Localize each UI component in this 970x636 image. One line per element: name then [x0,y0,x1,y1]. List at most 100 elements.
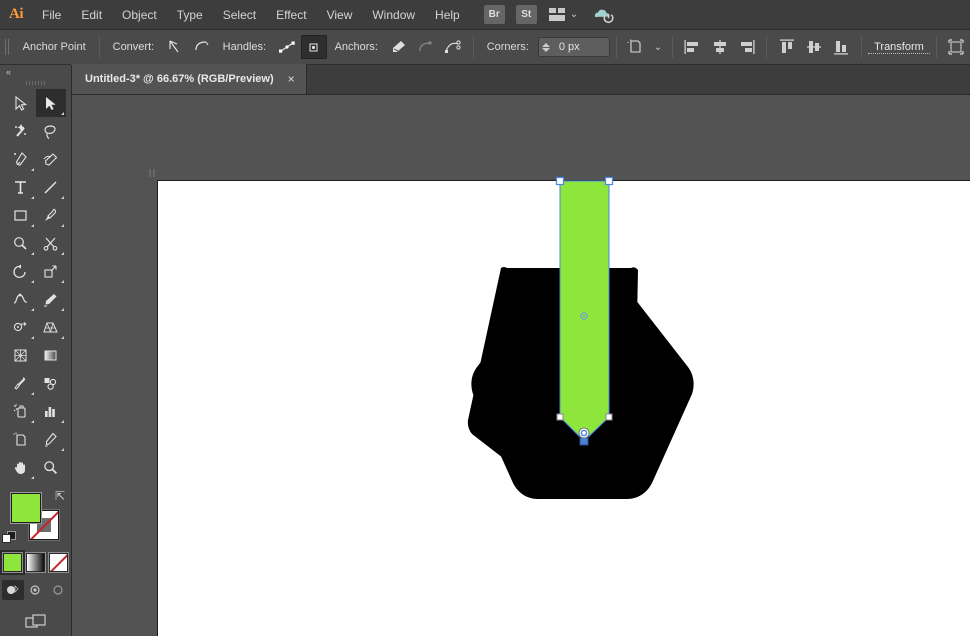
menu-file[interactable]: File [32,0,71,30]
convert-to-smooth-icon[interactable] [189,35,214,59]
default-fill-stroke-icon[interactable] [2,531,17,546]
document-tab[interactable]: Untitled-3* @ 66.67% (RGB/Preview) × [70,64,307,94]
hide-handles-icon[interactable] [301,35,327,59]
app-logo-icon: Ai [9,6,24,22]
document-tab-bar: Untitled-3* @ 66.67% (RGB/Preview) × [0,64,970,95]
divider [766,36,768,58]
line-segment-tool[interactable] [36,173,66,201]
eyedropper-tool[interactable] [6,369,36,397]
show-handles-icon[interactable] [274,35,299,59]
canvas-area[interactable] [72,95,970,636]
draw-normal-button[interactable] [1,580,24,600]
artboard-tool[interactable] [6,425,36,453]
tool-flyout-indicator [60,308,64,311]
menu-effect[interactable]: Effect [266,0,316,30]
width-tool[interactable] [6,285,36,313]
divider [615,36,617,58]
shaper-tool[interactable] [6,229,36,257]
draw-mode-row [0,580,71,600]
fill-type-row [0,553,71,572]
tool-panel-grip[interactable] [23,79,48,87]
color-fill-button[interactable] [3,553,22,572]
divider [861,36,863,58]
control-bar: Anchor Point Convert: Handles: Anchors: … [0,30,970,65]
horizontal-align-left-icon[interactable] [680,35,705,59]
menu-object[interactable]: Object [112,0,167,30]
tool-flyout-indicator [30,308,34,311]
isolate-dropdown-icon[interactable]: ⌄ [651,35,665,59]
draw-inside-button[interactable] [48,580,70,600]
none-fill-button[interactable] [49,553,68,572]
isolate-selected-object-icon[interactable] [624,35,649,59]
change-screen-mode-button[interactable] [23,612,49,632]
curvature-tool[interactable] [36,145,66,173]
transform-bounding-box-icon[interactable] [944,35,969,59]
tool-flyout-indicator [30,392,34,395]
convert-to-corner-icon[interactable] [162,35,187,59]
corners-stepper[interactable] [539,38,553,56]
blend-tool[interactable] [36,369,66,397]
tool-flyout-indicator [30,420,34,423]
menu-help[interactable]: Help [425,0,470,30]
vertical-align-center-icon[interactable] [802,35,827,59]
draw-behind-button[interactable] [25,580,47,600]
pen-tool[interactable] [6,145,36,173]
menu-window[interactable]: Window [362,0,425,30]
connect-selected-endpoints-icon[interactable] [413,35,438,59]
magic-wand-tool[interactable] [6,117,36,145]
bridge-button[interactable]: Br [483,5,505,24]
scissors-tool[interactable] [36,229,66,257]
menu-select[interactable]: Select [213,0,266,30]
cut-path-at-anchors-icon[interactable] [440,35,465,59]
anchors-label: Anchors: [334,41,378,53]
lasso-tool[interactable] [36,117,66,145]
rotate-tool[interactable] [6,257,36,285]
transform-link[interactable]: Transform [868,41,930,54]
stock-button[interactable]: St [515,5,537,24]
gradient-tool[interactable] [36,341,66,369]
scale-tool[interactable] [36,257,66,285]
menu-edit[interactable]: Edit [71,0,112,30]
perspective-grid-tool[interactable] [36,313,66,341]
collapse-panel-icon[interactable]: « [6,67,11,77]
tool-flyout-indicator [60,448,64,451]
close-icon[interactable]: × [286,73,297,85]
horizontal-align-right-icon[interactable] [734,35,759,59]
shape-builder-tool[interactable] [6,313,36,341]
tool-flyout-indicator [60,420,64,423]
menu-type[interactable]: Type [167,0,213,30]
tool-flyout-indicator [30,280,34,283]
artwork-layer[interactable] [72,95,970,636]
paintbrush-tool[interactable] [36,201,66,229]
hand-tool[interactable] [6,453,36,481]
swap-fill-stroke-icon[interactable]: ⇱ [53,489,67,503]
tool-grid [0,89,71,481]
remove-selected-anchors-icon[interactable] [386,35,411,59]
convert-label: Convert: [112,41,155,53]
tool-flyout-indicator [30,196,34,199]
fill-swatch[interactable] [11,493,41,523]
vertical-align-top-icon[interactable] [774,35,799,59]
rectangle-tool[interactable] [6,201,36,229]
vertical-align-bottom-icon[interactable] [829,35,854,59]
zoom-tool[interactable] [36,453,66,481]
direct-selection-tool[interactable] [35,89,66,117]
horizontal-align-center-icon[interactable] [707,35,732,59]
type-tool[interactable] [6,173,36,201]
gradient-fill-button[interactable] [26,553,45,572]
corners-field[interactable]: 0 px [537,37,610,57]
control-bar-grip[interactable] [2,35,14,59]
symbol-sprayer-tool[interactable] [6,397,36,425]
selection-tool[interactable] [6,89,36,117]
mesh-tool[interactable] [6,341,36,369]
arrange-documents-button[interactable]: ⌄ [548,8,578,21]
tool-flyout-indicator [60,336,64,339]
tool-flyout-indicator [60,112,64,115]
creative-cloud-sync-icon[interactable] [592,6,614,24]
divider [935,36,937,58]
corners-value[interactable]: 0 px [553,38,609,56]
free-transform-tool[interactable] [36,285,66,313]
menu-view[interactable]: View [317,0,363,30]
column-graph-tool[interactable] [36,397,66,425]
slice-tool[interactable] [36,425,66,453]
